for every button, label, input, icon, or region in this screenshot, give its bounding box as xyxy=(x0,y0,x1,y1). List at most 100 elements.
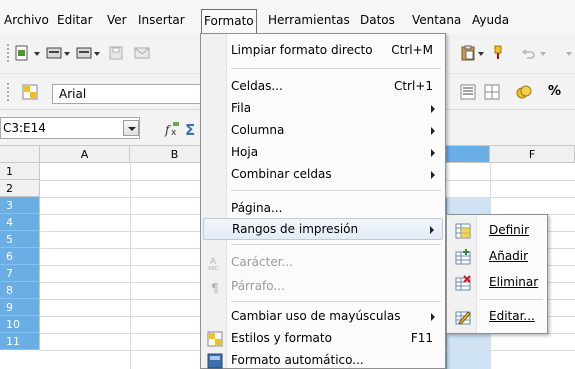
menu-item-character[interactable]: A ABC Carácter... xyxy=(203,252,443,274)
row-header-1[interactable]: 1 xyxy=(0,163,40,180)
submenu-item-label: Añadir xyxy=(489,249,529,263)
menu-item-label: Párrafo... xyxy=(231,279,285,293)
menu-ventana[interactable]: Ventana xyxy=(410,10,463,30)
autoformat-icon xyxy=(207,353,223,369)
row-header-3[interactable]: 3 xyxy=(0,197,40,214)
menu-insertar[interactable]: Insertar xyxy=(136,10,187,30)
merge-cells-icon[interactable] xyxy=(484,84,500,100)
print-ranges-submenu: Definir Añadir Eliminar Editar... xyxy=(446,214,548,334)
menu-item-cells[interactable]: Celdas... Ctrl+1 xyxy=(203,76,443,98)
character-icon: AABC xyxy=(208,257,219,271)
menu-item-paragraph[interactable]: ¶ Párrafo... xyxy=(203,276,443,298)
toolbar-grip[interactable] xyxy=(7,83,10,101)
menu-item-change-case[interactable]: Cambiar uso de mayúsculas xyxy=(203,306,443,328)
row-header-6[interactable]: 6 xyxy=(0,248,40,265)
submenu-item-label: Definir xyxy=(489,223,530,237)
save-icon[interactable] xyxy=(108,45,124,61)
menu-item-column[interactable]: Columna xyxy=(203,120,443,142)
row-header-10[interactable]: 10 xyxy=(0,316,40,333)
row-header-5[interactable]: 5 xyxy=(0,231,40,248)
new-dropdown-arrow[interactable] xyxy=(34,52,40,56)
edit-range-icon xyxy=(455,311,471,325)
shortcut-label: F11 xyxy=(410,331,433,345)
function-wizard-icon[interactable]: fx xyxy=(164,121,180,137)
name-box-dropdown-button[interactable] xyxy=(123,120,139,136)
name-box-value: C3:E14 xyxy=(3,121,46,135)
menu-item-label: Fila xyxy=(231,101,252,115)
menu-datos[interactable]: Datos xyxy=(358,10,397,30)
column-header-f[interactable]: F xyxy=(490,146,575,163)
menu-separator xyxy=(231,301,441,302)
menu-item-page[interactable]: Página... xyxy=(203,198,443,220)
percent-format-icon[interactable]: % xyxy=(548,84,561,99)
menu-formato[interactable]: Formato xyxy=(201,9,257,33)
align-justify-icon[interactable] xyxy=(460,84,476,100)
template-dropdown-arrow[interactable] xyxy=(64,52,70,56)
row-header-2[interactable]: 2 xyxy=(0,180,40,197)
row-header-8[interactable]: 8 xyxy=(0,282,40,299)
svg-text:¶: ¶ xyxy=(211,281,219,295)
open-icon[interactable] xyxy=(76,45,92,61)
menu-ayuda[interactable]: Ayuda xyxy=(470,10,511,30)
menu-separator xyxy=(231,68,441,69)
clone-formatting-icon[interactable] xyxy=(490,45,506,61)
menu-editar[interactable]: Editar xyxy=(55,10,95,30)
name-box[interactable]: C3:E14 xyxy=(0,117,140,139)
submenu-arrow-icon xyxy=(431,171,435,179)
styles-icon xyxy=(207,331,223,347)
toolbar-grip[interactable] xyxy=(7,44,10,62)
column-header-a[interactable]: A xyxy=(40,146,130,163)
menu-item-row[interactable]: Fila xyxy=(203,98,443,120)
menu-archivo[interactable]: Archivo xyxy=(2,10,51,30)
menu-item-styles-formatting[interactable]: Estilos y formato F11 xyxy=(203,328,443,350)
menu-bar: Archivo Editar Ver Insertar Formato Herr… xyxy=(0,0,575,34)
menu-item-label: Página... xyxy=(231,201,283,215)
styles-icon[interactable] xyxy=(22,84,38,100)
menu-item-label: Celdas... xyxy=(231,79,283,93)
menu-item-label: Columna xyxy=(231,123,285,137)
submenu-item-label: Eliminar xyxy=(489,275,539,289)
row-header-4[interactable]: 4 xyxy=(0,214,40,231)
menu-item-label: Rangos de impresión xyxy=(232,222,359,236)
currency-format-icon[interactable] xyxy=(516,84,532,100)
menu-herramientas[interactable]: Herramientas xyxy=(266,10,352,30)
menu-item-clear-direct-formatting[interactable]: Limpiar formato directo Ctrl+M xyxy=(203,40,443,62)
menu-item-print-ranges[interactable]: Rangos de impresión xyxy=(203,218,443,240)
menu-item-label: Carácter... xyxy=(231,255,293,269)
row-header-11[interactable]: 11 xyxy=(0,333,40,350)
select-all-corner[interactable] xyxy=(0,146,40,163)
paste-icon[interactable] xyxy=(460,45,476,61)
menu-separator xyxy=(231,244,441,245)
define-range-icon xyxy=(455,223,471,239)
submenu-item-edit[interactable]: Editar... xyxy=(449,305,545,329)
email-icon[interactable] xyxy=(134,45,150,61)
redo-dropdown-arrow[interactable] xyxy=(566,52,572,56)
menu-item-label: Combinar celdas xyxy=(231,167,332,181)
menu-ver[interactable]: Ver xyxy=(105,10,129,30)
undo-icon[interactable] xyxy=(520,45,536,61)
open-dropdown-arrow[interactable] xyxy=(94,52,100,56)
new-document-icon[interactable] xyxy=(14,45,30,61)
menu-item-label: Estilos y formato xyxy=(231,331,332,345)
font-name-value: Arial xyxy=(59,87,87,101)
format-menu: Limpiar formato directo Ctrl+M Celdas...… xyxy=(200,33,446,369)
sum-icon[interactable]: Σ xyxy=(184,121,200,137)
submenu-arrow-icon xyxy=(431,105,435,113)
row-header-9[interactable]: 9 xyxy=(0,299,40,316)
undo-dropdown-arrow[interactable] xyxy=(540,52,546,56)
svg-text:x: x xyxy=(171,128,177,137)
template-icon[interactable] xyxy=(46,45,62,61)
submenu-item-remove[interactable]: Eliminar xyxy=(449,271,545,295)
submenu-item-label: Editar... xyxy=(489,309,535,323)
grid-line xyxy=(130,163,131,369)
menu-item-autoformat[interactable]: Formato automático... xyxy=(203,350,443,369)
row-header-7[interactable]: 7 xyxy=(0,265,40,282)
svg-text:ABC: ABC xyxy=(208,266,219,271)
submenu-arrow-icon xyxy=(431,313,435,321)
menu-item-merge-cells[interactable]: Combinar celdas xyxy=(203,164,443,186)
submenu-item-add[interactable]: Añadir xyxy=(449,245,545,269)
submenu-item-define[interactable]: Definir xyxy=(449,219,545,243)
menu-separator xyxy=(231,190,441,191)
menu-item-sheet[interactable]: Hoja xyxy=(203,142,443,164)
paste-dropdown-arrow[interactable] xyxy=(478,52,484,56)
